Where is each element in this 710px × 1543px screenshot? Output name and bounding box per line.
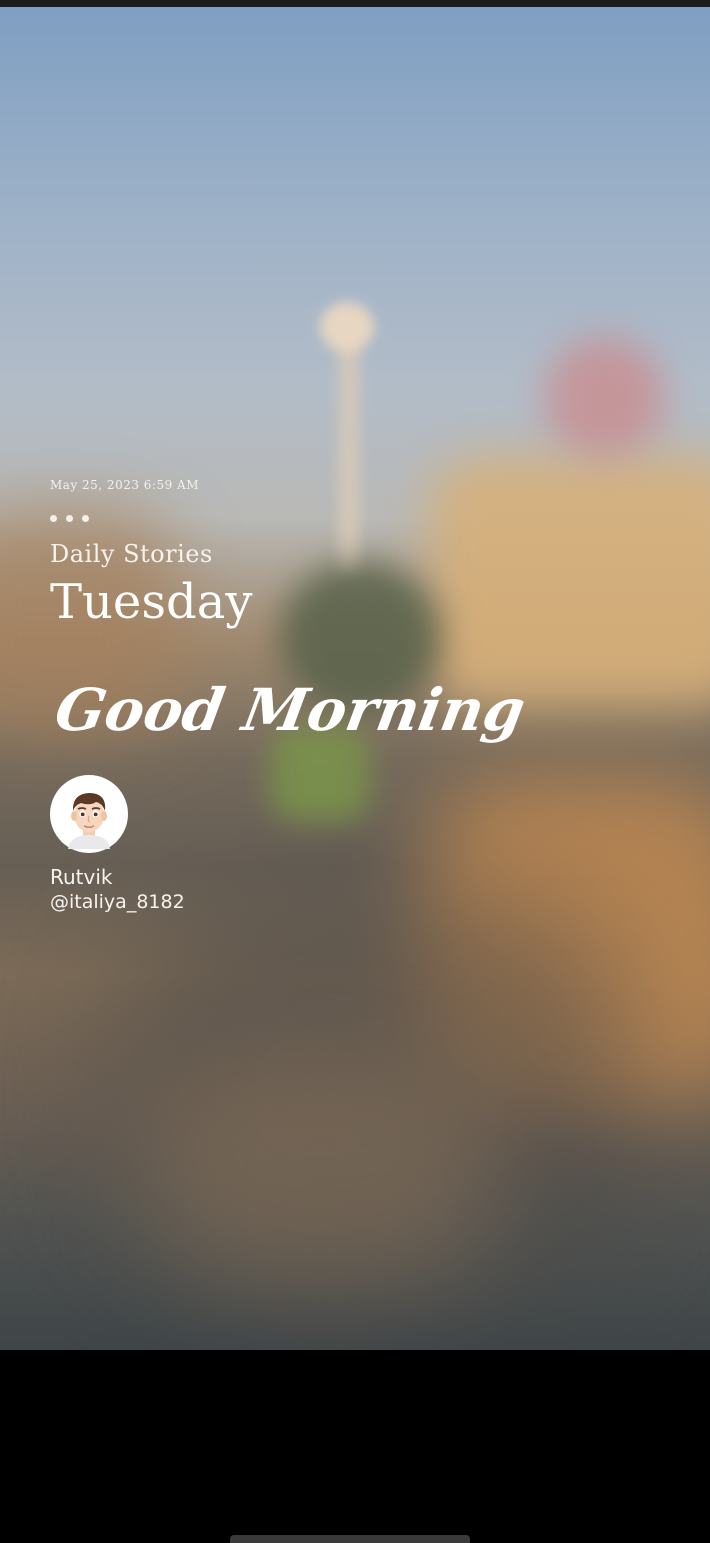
status-bar-strip — [0, 0, 710, 7]
blur-lamp — [320, 302, 374, 352]
story-timestamp: May 25, 2023 6:59 AM — [50, 478, 200, 492]
blur-flowers — [545, 337, 665, 457]
author-handle[interactable]: @italiya_8182 — [50, 889, 518, 915]
dot — [82, 515, 89, 522]
dot — [50, 515, 57, 522]
story-screen: May 25, 2023 6:59 AM Daily Stories Tuesd… — [0, 0, 710, 1543]
series-title: Daily Stories — [50, 540, 213, 568]
more-options-icon[interactable] — [50, 515, 518, 523]
memoji-avatar-icon — [54, 779, 124, 849]
blur-haze — [140, 1047, 500, 1287]
avatar[interactable] — [50, 775, 128, 853]
author-name[interactable]: Rutvik — [50, 865, 518, 889]
story-overlay: May 25, 2023 6:59 AM Daily Stories Tuesd… — [50, 477, 530, 915]
home-indicator[interactable] — [230, 1535, 470, 1543]
day-title: Tuesday — [50, 574, 253, 630]
greeting-text: Good Morning — [50, 676, 531, 744]
story-card[interactable]: May 25, 2023 6:59 AM Daily Stories Tuesd… — [0, 7, 710, 1350]
dot — [66, 515, 73, 522]
